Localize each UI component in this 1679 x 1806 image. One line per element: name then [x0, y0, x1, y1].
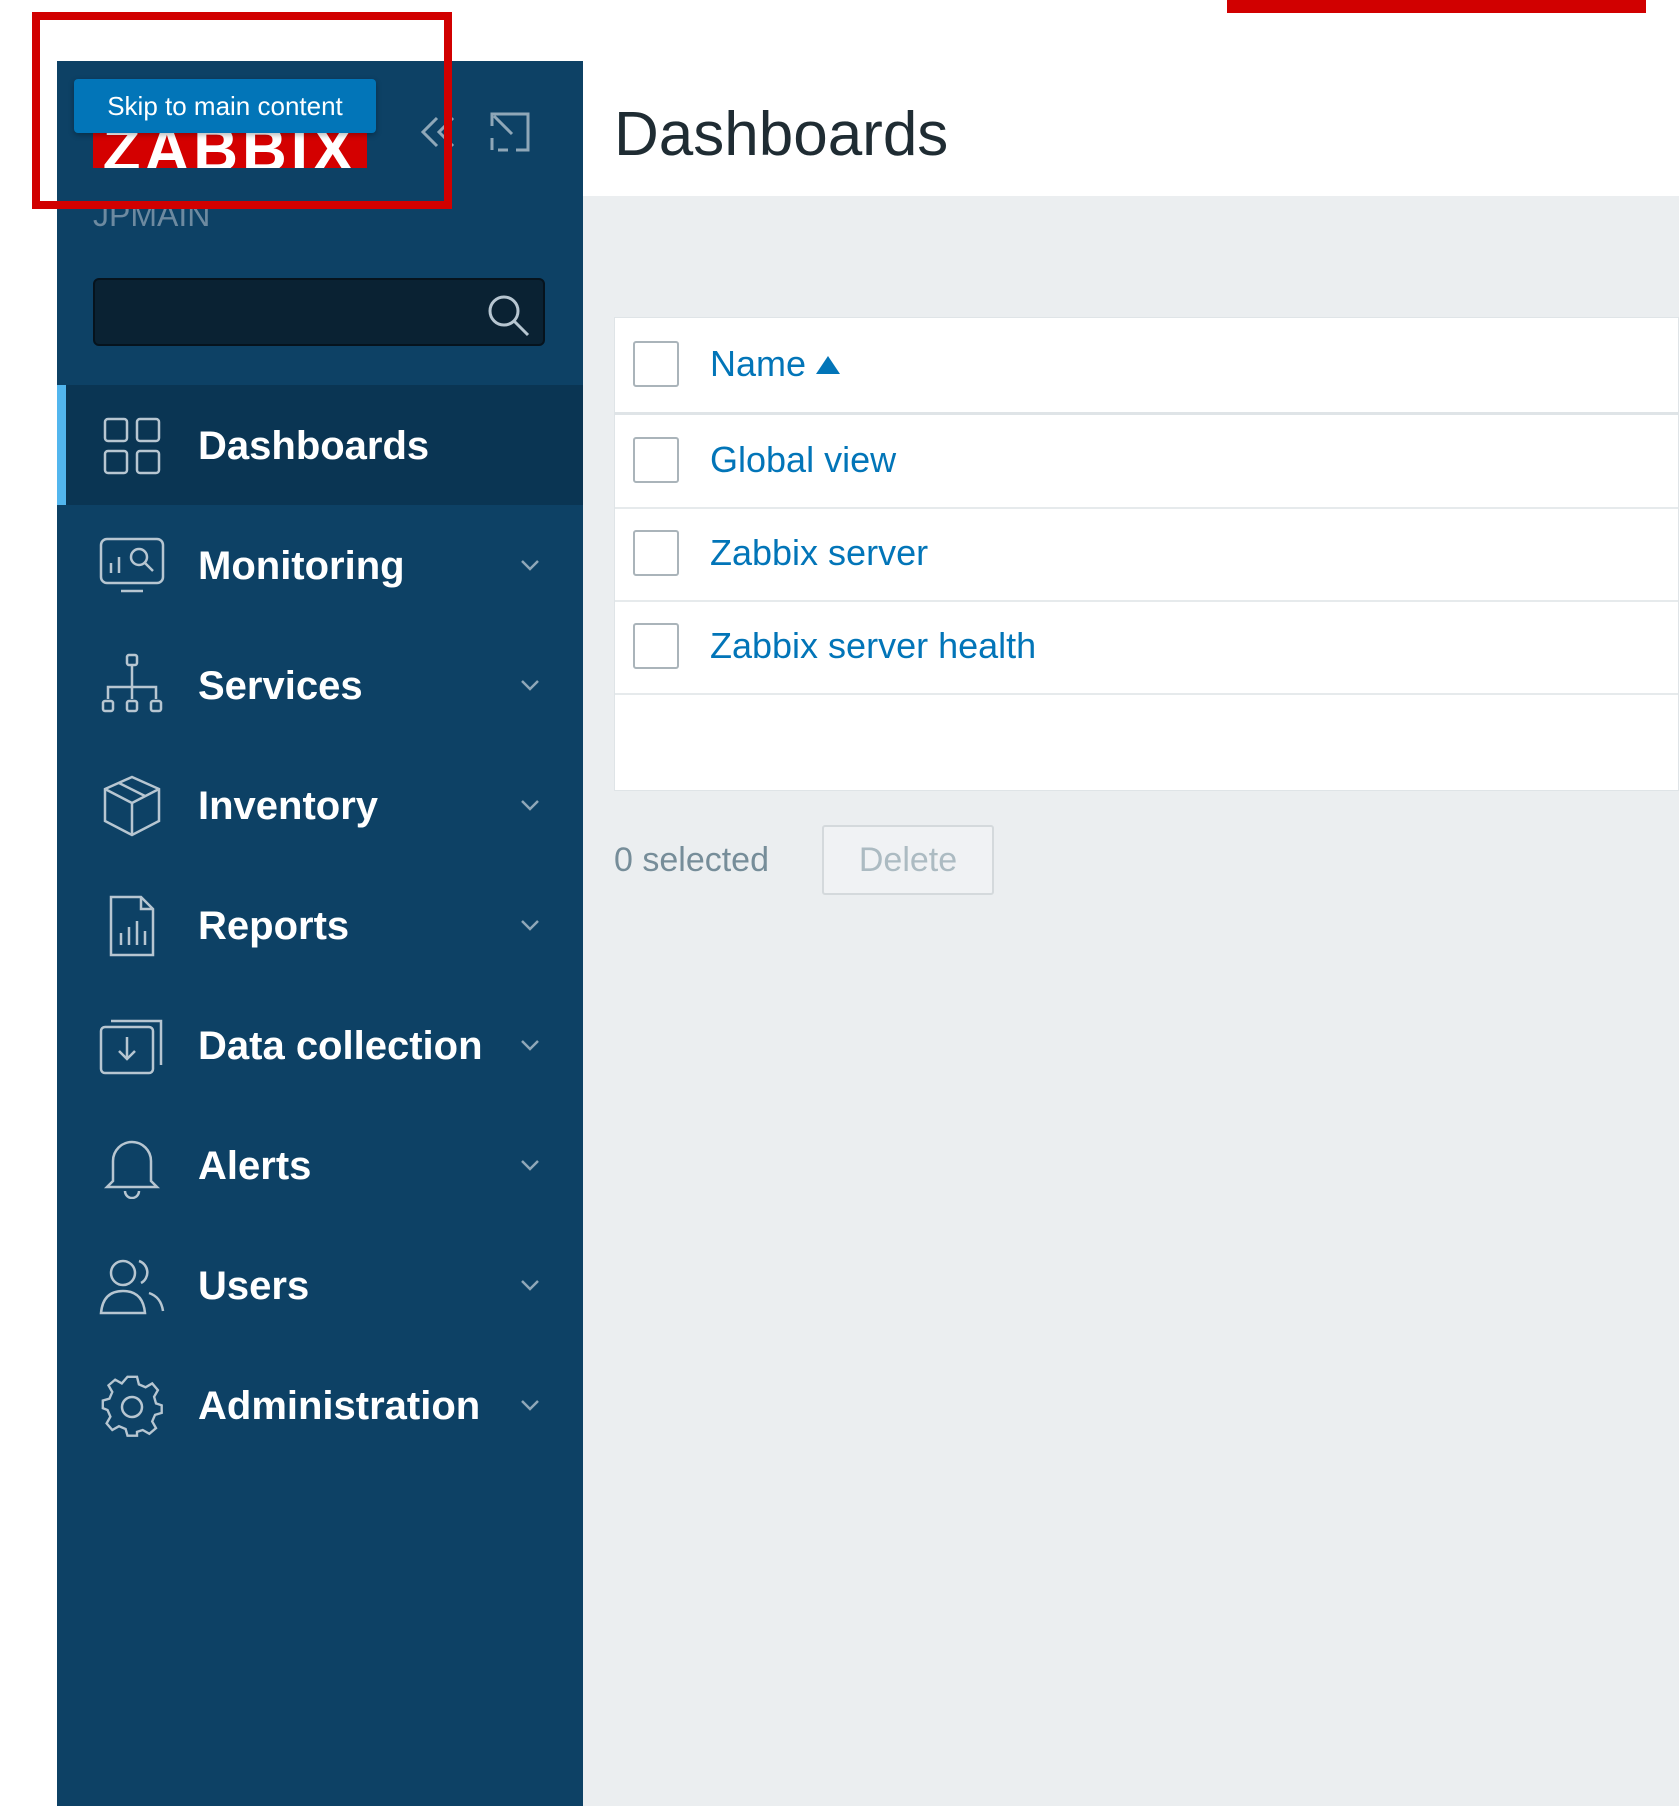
services-icon [101, 653, 163, 713]
table-row: Global view [615, 414, 1678, 509]
sidebar-item-label: Administration [198, 1384, 481, 1428]
table-row: Zabbix server [615, 507, 1678, 602]
table-header: Name [615, 318, 1678, 415]
dashboard-link[interactable]: Zabbix server health [710, 624, 1036, 668]
sidebar-item-inventory[interactable]: Inventory [57, 745, 583, 865]
users-icon [99, 1259, 165, 1315]
chevron-down-icon [521, 800, 539, 811]
sidebar-item-label: Reports [198, 904, 350, 948]
name-column-sort-link[interactable]: Name [710, 342, 841, 386]
sidebar-item-label: Services [198, 664, 363, 708]
sidebar-item-reports[interactable]: Reports [57, 865, 583, 985]
sidebar-item-alerts[interactable]: Alerts [57, 1105, 583, 1225]
data-collection-icon [99, 1019, 163, 1075]
row-checkbox[interactable] [633, 437, 679, 483]
monitoring-icon [99, 537, 165, 593]
dashboard-link[interactable]: Zabbix server [710, 531, 928, 575]
sidebar-item-label: Users [198, 1264, 310, 1308]
expand-icon [490, 112, 530, 152]
search-icon[interactable] [485, 292, 531, 338]
sidebar-item-label: Dashboards [198, 424, 430, 468]
annotation-highlight-bar [1227, 0, 1646, 13]
dashboards-icon [103, 417, 161, 475]
main-menu: Dashboards Monitoring Services Inventory… [57, 385, 583, 1465]
column-header-name: Name [710, 343, 807, 384]
chevron-down-icon [521, 920, 539, 931]
kiosk-mode-button[interactable] [488, 110, 532, 154]
sidebar-item-services[interactable]: Services [57, 625, 583, 745]
gear-icon [101, 1375, 163, 1437]
sidebar-item-label: Alerts [198, 1144, 312, 1188]
chevron-down-icon [521, 1400, 539, 1411]
sidebar-item-label: Inventory [198, 784, 379, 828]
annotation-highlight-box [32, 12, 452, 209]
chevron-down-icon [521, 1160, 539, 1171]
sidebar-item-label: Monitoring [198, 544, 405, 588]
sidebar-item-dashboards[interactable]: Dashboards [57, 385, 583, 505]
sidebar-item-users[interactable]: Users [57, 1225, 583, 1345]
row-checkbox[interactable] [633, 623, 679, 669]
select-all-checkbox[interactable] [633, 341, 679, 387]
table-row: Zabbix server health [615, 600, 1678, 695]
bell-icon [103, 1140, 161, 1199]
sort-ascending-icon [816, 356, 841, 374]
chevron-down-icon [521, 560, 539, 571]
chevron-down-icon [521, 1280, 539, 1291]
selected-count: 0 selected [614, 841, 769, 879]
dashboards-table: Name Global view Zabbix server Zabbix se… [614, 317, 1679, 791]
chevron-down-icon [521, 680, 539, 691]
sidebar-search-input[interactable] [93, 278, 545, 346]
dashboard-link[interactable]: Global view [710, 438, 896, 482]
inventory-icon [103, 775, 161, 837]
sidebar-item-label: Data collection [198, 1024, 483, 1068]
row-checkbox[interactable] [633, 530, 679, 576]
sidebar-item-administration[interactable]: Administration [57, 1345, 583, 1465]
chevron-down-icon [521, 1040, 539, 1051]
sidebar-item-data-collection[interactable]: Data collection [57, 985, 583, 1105]
delete-button[interactable]: Delete [822, 825, 994, 895]
reports-icon [109, 895, 155, 957]
sidebar-item-monitoring[interactable]: Monitoring [57, 505, 583, 625]
page-title: Dashboards [614, 100, 949, 169]
